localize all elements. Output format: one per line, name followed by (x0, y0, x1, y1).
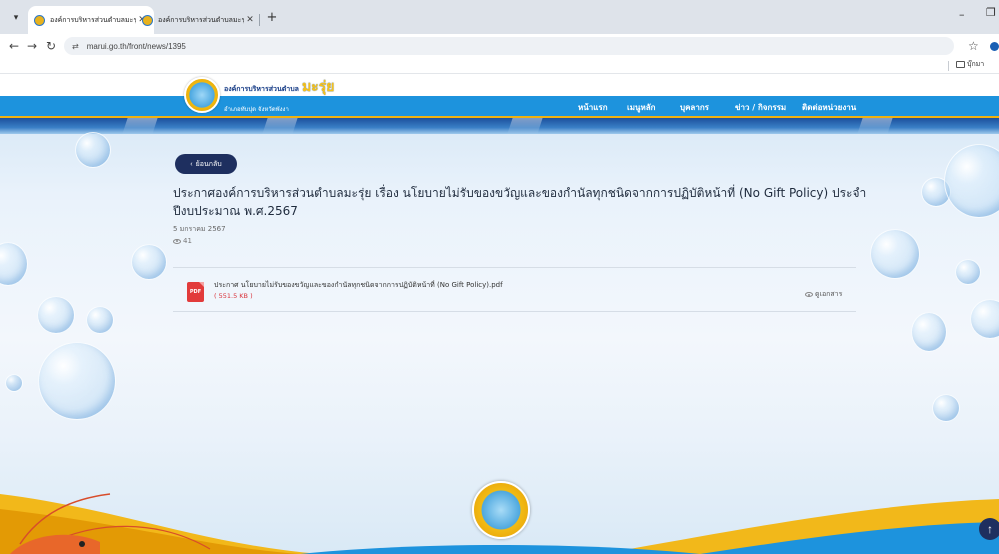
nav-item-news-activities[interactable]: ข่าว / กิจกรรม (735, 101, 786, 114)
decorative-bubble (0, 242, 28, 286)
nav-item-main-menu[interactable]: เมนูหลัก (627, 101, 656, 114)
footer-blue-wave-center (300, 545, 700, 554)
decorative-bubble (131, 244, 167, 280)
attachment-file-name[interactable]: ประกาศ นโยบายไม่รับของขวัญและของกำนัลทุก… (214, 280, 503, 291)
site-logo[interactable]: องค์การบริหารส่วนตำบล มะรุ่ย อำเภอทับปุด… (184, 77, 334, 113)
browser-toolbar: ← → ↻ ⇄ marui.go.th/front/news/1395 ☆ (0, 34, 999, 58)
attachment-file-size: ( 551.5 KB ) (214, 292, 253, 300)
eye-icon (805, 292, 813, 297)
decorative-bubble (75, 132, 111, 168)
tab-close-icon[interactable]: ✕ (244, 15, 256, 25)
organization-seal-icon (184, 77, 220, 113)
logo-name-text: มะรุ่ย (301, 79, 335, 95)
decorative-bubble (38, 342, 116, 420)
profile-avatar-icon[interactable] (990, 42, 999, 51)
tab-search-chevron-down-icon[interactable]: ▾ (6, 9, 26, 27)
shrimp-eye-icon (79, 541, 85, 547)
site-favicon-icon (34, 14, 45, 26)
pdf-file-icon[interactable]: PDF (187, 282, 204, 302)
news-title: ประกาศองค์การบริหารส่วนตำบลมะรุ่ย เรื่อง… (173, 186, 867, 218)
band-light-ray (122, 118, 158, 134)
folder-icon (956, 61, 965, 68)
browser-tab-strip: ▾ องค์การบริหารส่วนตำบลมะรุ่ย 99/1 · ✕ อ… (0, 0, 999, 34)
tab-separator (259, 14, 260, 26)
tab-title: องค์การบริหารส่วนตำบลมะรุ่ย 99/1 · (158, 15, 244, 24)
decorative-bubble (37, 296, 75, 334)
scroll-to-top-button[interactable]: ↑ (979, 518, 999, 540)
bookmarks-folder[interactable]: บุ๊กมา (956, 59, 984, 70)
back-button[interactable]: ‹ ย้อนกลับ (175, 154, 237, 174)
section-divider (173, 267, 856, 268)
decorative-bubble (870, 229, 920, 279)
band-light-ray (507, 118, 543, 134)
restore-window-icon[interactable]: ❐ (986, 6, 996, 19)
nav-item-contact[interactable]: ติดต่อหน่วยงาน (802, 101, 856, 114)
eye-icon (173, 238, 181, 244)
footer-seal-icon (472, 481, 530, 539)
nav-item-personnel[interactable]: บุคลากร (680, 101, 709, 114)
site-header (0, 74, 999, 96)
browser-tab-inactive[interactable]: องค์การบริหารส่วนตำบลมะรุ่ย 99/1 · ✕ (136, 6, 262, 34)
band-light-ray (262, 118, 298, 134)
logo-subtitle: อำเภอทับปุด จังหวัดพังงา (224, 106, 289, 113)
decorative-bubble (86, 306, 114, 334)
web-page: องค์การบริหารส่วนตำบล มะรุ่ย อำเภอทับปุด… (0, 74, 999, 554)
attachment-row: PDF ประกาศ นโยบายไม่รับของขวัญและของกำนั… (173, 270, 856, 312)
site-info-icon[interactable]: ⇄ (72, 42, 79, 51)
pdf-icon-label: PDF (189, 289, 202, 295)
site-favicon-icon (142, 14, 153, 26)
bookmark-star-icon[interactable]: ☆ (968, 37, 979, 55)
view-count-value: 41 (183, 237, 192, 245)
news-view-count: 41 (173, 237, 192, 245)
nav-item-home[interactable]: หน้าแรก (578, 101, 608, 114)
tab-title: องค์การบริหารส่วนตำบลมะรุ่ย 99/1 · (50, 15, 136, 24)
bookmarks-folder-label: บุ๊กมา (967, 60, 985, 68)
reload-icon[interactable]: ↻ (43, 37, 59, 55)
decorative-bubble (5, 374, 23, 392)
band-light-ray (857, 118, 893, 134)
logo-org-text: องค์การบริหารส่วนตำบล (224, 85, 299, 93)
forward-arrow-icon[interactable]: → (24, 37, 40, 55)
decorative-bubble (970, 299, 999, 339)
bookmarks-divider (948, 61, 949, 71)
new-tab-plus-icon[interactable]: + (264, 10, 280, 26)
decorative-bubble (955, 259, 981, 285)
bookmarks-bar: บุ๊กมา (0, 58, 999, 74)
chevron-left-icon: ‹ (190, 160, 193, 168)
view-document-label: ดูเอกสาร (815, 290, 843, 298)
view-document-link[interactable]: ดูเอกสาร (805, 289, 842, 300)
back-arrow-icon[interactable]: ← (6, 37, 22, 55)
decorative-bubble (932, 394, 960, 422)
url-text[interactable]: marui.go.th/front/news/1395 (87, 42, 186, 51)
decorative-bubble (944, 144, 999, 218)
minimize-window-icon[interactable]: – (959, 8, 965, 21)
address-bar[interactable]: ⇄ marui.go.th/front/news/1395 (64, 37, 954, 55)
news-date: 5 มกราคม 2567 (173, 225, 226, 233)
back-button-label: ย้อนกลับ (195, 160, 222, 168)
decorative-bubble (911, 312, 947, 352)
